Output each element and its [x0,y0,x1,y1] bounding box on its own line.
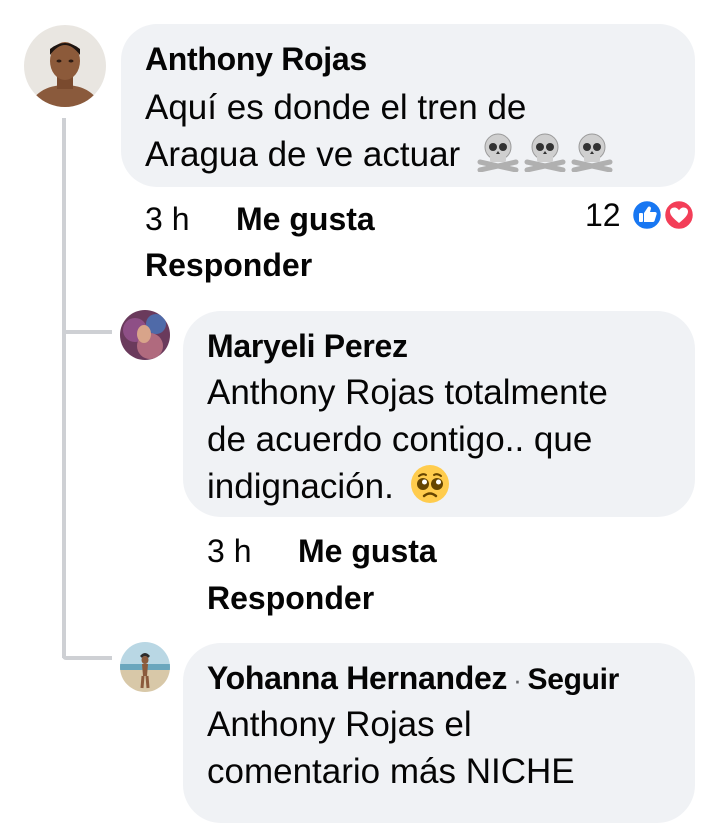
avatar-maryeli-perez[interactable] [120,310,170,360]
thread-line-vertical [62,118,66,658]
avatar-yohanna-hernandez[interactable] [120,642,170,692]
comment-text-line: Aquí es donde el tren de [145,88,527,127]
like-button[interactable]: Me gusta [236,199,375,239]
comment-text-line: de acuerdo contigo.. que [207,420,593,459]
comment-author[interactable]: Yohanna Hernandez [207,660,507,696]
comment-author-row: Yohanna Hernandez · Seguir [207,659,619,699]
follow-button[interactable]: Seguir [528,663,620,696]
comment-text-line: Anthony Rojas el [207,705,472,744]
thread-connector-reply-1 [62,330,112,334]
pleading-face-icon [410,464,450,517]
separator-dot: · [513,665,522,695]
love-reaction-icon [662,198,696,232]
comment-text-line: Anthony Rojas totalmente [207,373,608,412]
comment-time[interactable]: 3 h [207,531,251,571]
reaction-count[interactable]: 12 [585,195,621,235]
comment-time[interactable]: 3 h [145,199,189,239]
comment-text-line: indignación. [207,463,450,517]
skull-crossbones-icon [476,132,614,185]
avatar-anthony-rojas[interactable] [24,25,106,107]
reactions[interactable] [630,198,696,232]
comment-author[interactable]: Anthony Rojas [145,40,367,78]
like-button[interactable]: Me gusta [298,531,437,571]
comment-author[interactable]: Maryeli Perez [207,327,408,365]
comment-text-line: comentario más NICHE [207,752,575,791]
reply-button[interactable]: Responder [145,245,312,285]
comment-text-line: Aragua de ve actuar [145,131,614,185]
thread-connector-reply-2 [62,656,112,660]
like-reaction-icon [630,198,664,232]
comment-text-line-content: indignación. [207,467,394,506]
reply-button[interactable]: Responder [207,578,374,618]
comment-text-line-content: Aragua de ve actuar [145,135,461,174]
